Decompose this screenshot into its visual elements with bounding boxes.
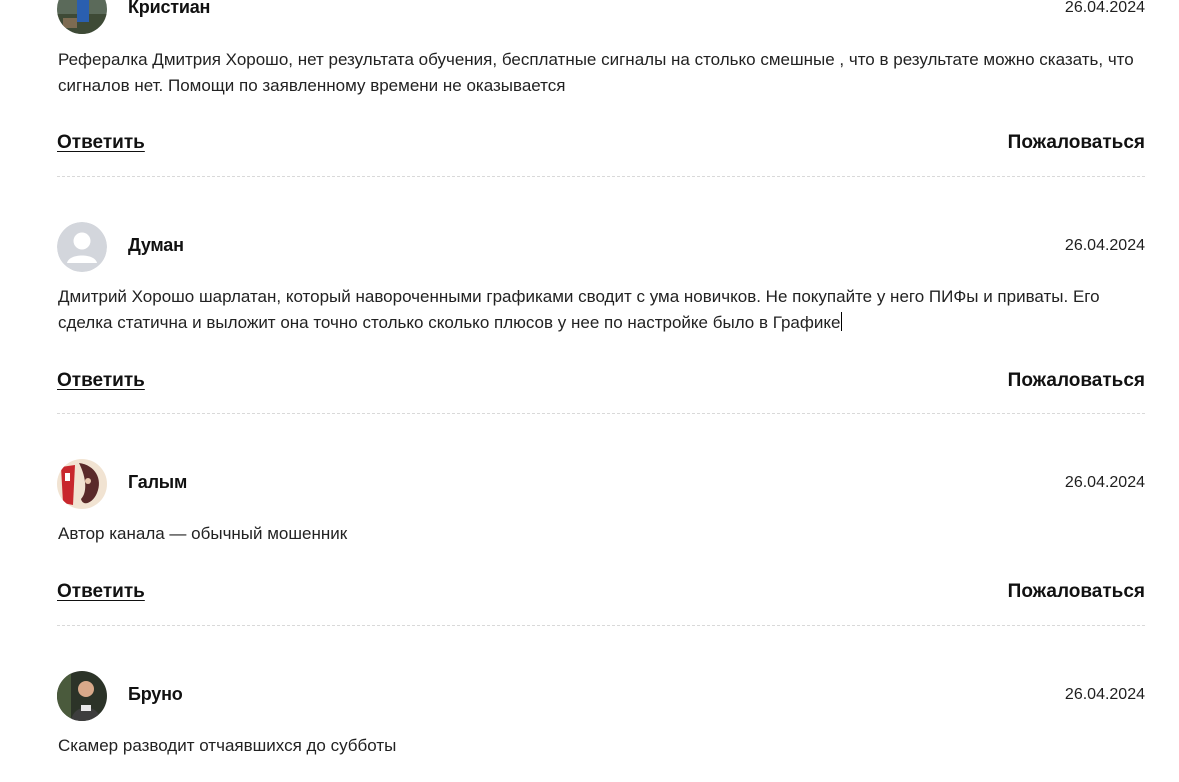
avatar	[57, 222, 107, 272]
comment-author: Думан	[128, 235, 184, 255]
report-button[interactable]: Пожаловаться	[1008, 581, 1145, 603]
comment-divider	[57, 413, 1145, 414]
reply-button[interactable]: Ответить	[57, 581, 145, 603]
comment-date: 26.04.2024	[1064, 0, 1145, 16]
report-button[interactable]: Пожаловаться	[1008, 132, 1145, 154]
comment-author: Галым	[128, 472, 188, 492]
comment-text: Рефералка Дмитрия Хорошо, нет результата…	[58, 50, 1134, 95]
comment-date: 26.04.2024	[1064, 686, 1145, 703]
user-photo-avatar-icon	[57, 671, 107, 721]
comment-header: Галым 26.04.2024	[57, 459, 1145, 509]
comment-date: 26.04.2024	[1064, 474, 1145, 491]
reply-button[interactable]: Ответить	[57, 132, 145, 154]
comment-header: Думан 26.04.2024	[57, 222, 1145, 272]
comment-header: Бруно 26.04.2024	[57, 671, 1145, 721]
comment-author: Бруно	[128, 684, 183, 704]
avatar	[57, 0, 107, 34]
avatar	[57, 671, 107, 721]
comment-header: Кристиан 26.04.2024	[57, 0, 1145, 34]
reply-button[interactable]: Ответить	[57, 370, 145, 392]
comment-text: Автор канала — обычный мошенник	[58, 524, 348, 543]
user-photo-avatar-icon	[57, 0, 107, 34]
comment-date: 26.04.2024	[1064, 237, 1145, 254]
text-cursor	[841, 312, 843, 331]
report-button[interactable]: Пожаловаться	[1008, 370, 1145, 392]
comment-text: Дмитрий Хорошо шарлатан, который навороч…	[58, 284, 1143, 336]
user-photo-avatar-icon	[57, 459, 107, 509]
default-user-icon	[57, 222, 107, 272]
avatar	[57, 459, 107, 509]
comment-text: Скамер разводит отчаявшихся до субботы	[58, 736, 397, 755]
comment-author: Кристиан	[128, 0, 211, 17]
comment-divider	[57, 176, 1145, 177]
comment-text-content: Дмитрий Хорошо шарлатан, который навороч…	[58, 287, 1100, 332]
comment-divider	[57, 625, 1145, 626]
